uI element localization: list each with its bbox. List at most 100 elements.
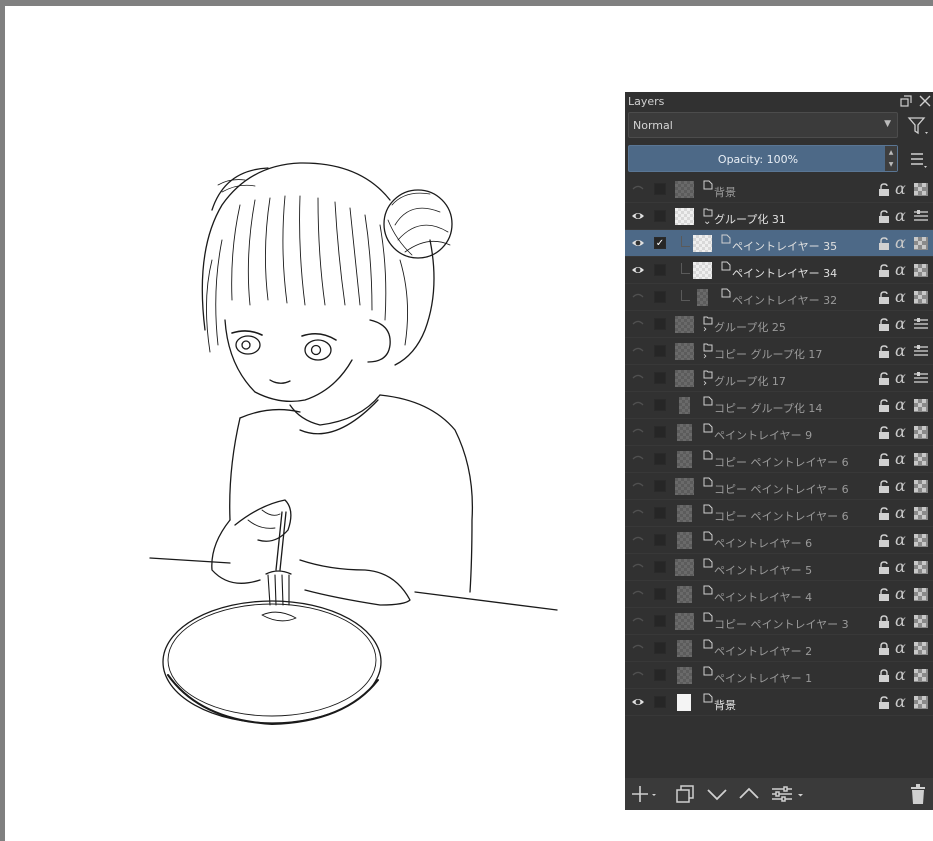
delete-layer-button[interactable]: [907, 783, 929, 805]
layer-select-checkbox[interactable]: [654, 561, 666, 573]
passthrough-icon[interactable]: [914, 210, 928, 223]
alpha-lock-icon[interactable]: α: [895, 638, 906, 657]
layer-select-checkbox[interactable]: [654, 696, 666, 708]
lock-icon[interactable]: [878, 210, 890, 223]
opacity-slider[interactable]: Opacity: 100% ▲ ▼: [628, 145, 898, 172]
inherit-alpha-icon[interactable]: [914, 426, 928, 439]
layer-row[interactable]: コピー グループ化 14 α: [625, 392, 933, 419]
lock-icon[interactable]: [878, 426, 890, 439]
inherit-alpha-icon[interactable]: [914, 534, 928, 547]
visibility-eye-icon[interactable]: [631, 345, 645, 357]
passthrough-icon[interactable]: [914, 318, 928, 331]
lock-icon[interactable]: [878, 561, 890, 574]
layer-select-checkbox[interactable]: [654, 534, 666, 546]
chevron-right-icon[interactable]: ›: [703, 351, 707, 362]
blend-mode-select[interactable]: Normal ▼: [628, 112, 898, 138]
lock-icon[interactable]: [878, 534, 890, 547]
layer-row[interactable]: ペイントレイヤー 5 α: [625, 554, 933, 581]
layer-options-button[interactable]: [908, 149, 928, 169]
layer-select-checkbox[interactable]: [654, 399, 666, 411]
inherit-alpha-icon[interactable]: [914, 588, 928, 601]
alpha-lock-icon[interactable]: α: [895, 341, 906, 360]
layer-row[interactable]: コピー ペイントレイヤー 6 α: [625, 473, 933, 500]
visibility-eye-icon[interactable]: [631, 507, 645, 519]
move-layer-up-button[interactable]: [737, 783, 761, 805]
visibility-eye-icon[interactable]: [631, 291, 645, 303]
layer-row[interactable]: ペイントレイヤー 9 α: [625, 419, 933, 446]
layer-row[interactable]: コピー ペイントレイヤー 6 α: [625, 446, 933, 473]
visibility-eye-icon[interactable]: [631, 534, 645, 546]
layer-select-checkbox[interactable]: [654, 318, 666, 330]
layer-row[interactable]: ✓ ペイントレイヤー 35 α: [625, 230, 933, 257]
float-docker-icon[interactable]: [899, 94, 912, 107]
layer-select-checkbox[interactable]: [654, 372, 666, 384]
inherit-alpha-icon[interactable]: [914, 453, 928, 466]
inherit-alpha-icon[interactable]: [914, 264, 928, 277]
visibility-eye-icon[interactable]: [631, 237, 645, 249]
visibility-eye-icon[interactable]: [631, 210, 645, 222]
lock-icon[interactable]: [878, 642, 890, 655]
alpha-lock-icon[interactable]: α: [895, 611, 906, 630]
layer-row[interactable]: › グループ化 25 α: [625, 311, 933, 338]
lock-icon[interactable]: [878, 453, 890, 466]
alpha-lock-icon[interactable]: α: [895, 584, 906, 603]
inherit-alpha-icon[interactable]: [914, 183, 928, 196]
visibility-eye-icon[interactable]: [631, 615, 645, 627]
alpha-lock-icon[interactable]: α: [895, 692, 906, 711]
passthrough-icon[interactable]: [914, 345, 928, 358]
visibility-eye-icon[interactable]: [631, 561, 645, 573]
lock-icon[interactable]: [878, 237, 890, 250]
layer-select-checkbox[interactable]: ✓: [654, 237, 666, 249]
alpha-lock-icon[interactable]: α: [895, 422, 906, 441]
inherit-alpha-icon[interactable]: [914, 399, 928, 412]
alpha-lock-icon[interactable]: α: [895, 530, 906, 549]
lock-icon[interactable]: [878, 507, 890, 520]
lock-icon[interactable]: [878, 183, 890, 196]
alpha-lock-icon[interactable]: α: [895, 287, 906, 306]
lock-icon[interactable]: [878, 588, 890, 601]
inherit-alpha-icon[interactable]: [914, 696, 928, 709]
chevron-right-icon[interactable]: ›: [703, 324, 707, 335]
layer-row[interactable]: › コピー グループ化 17 α: [625, 338, 933, 365]
layer-select-checkbox[interactable]: [654, 264, 666, 276]
visibility-eye-icon[interactable]: [631, 318, 645, 330]
layer-select-checkbox[interactable]: [654, 345, 666, 357]
lock-icon[interactable]: [878, 318, 890, 331]
alpha-lock-icon[interactable]: α: [895, 179, 906, 198]
alpha-lock-icon[interactable]: α: [895, 557, 906, 576]
layer-properties-button[interactable]: [770, 783, 806, 805]
layer-select-checkbox[interactable]: [654, 480, 666, 492]
alpha-lock-icon[interactable]: α: [895, 503, 906, 522]
layer-select-checkbox[interactable]: [654, 291, 666, 303]
layer-select-checkbox[interactable]: [654, 183, 666, 195]
close-icon[interactable]: [918, 94, 931, 107]
visibility-eye-icon[interactable]: [631, 426, 645, 438]
visibility-eye-icon[interactable]: [631, 264, 645, 276]
layer-select-checkbox[interactable]: [654, 615, 666, 627]
alpha-lock-icon[interactable]: α: [895, 395, 906, 414]
inherit-alpha-icon[interactable]: [914, 615, 928, 628]
inherit-alpha-icon[interactable]: [914, 480, 928, 493]
inherit-alpha-icon[interactable]: [914, 669, 928, 682]
layer-select-checkbox[interactable]: [654, 642, 666, 654]
chevron-down-icon[interactable]: ⌄: [703, 216, 711, 227]
layer-select-checkbox[interactable]: [654, 210, 666, 222]
lock-icon[interactable]: [878, 669, 890, 682]
alpha-lock-icon[interactable]: α: [895, 260, 906, 279]
layer-row[interactable]: コピー ペイントレイヤー 6 α: [625, 500, 933, 527]
visibility-eye-icon[interactable]: [631, 696, 645, 708]
lock-icon[interactable]: [878, 480, 890, 493]
lock-icon[interactable]: [878, 291, 890, 304]
layer-select-checkbox[interactable]: [654, 588, 666, 600]
visibility-eye-icon[interactable]: [631, 669, 645, 681]
move-layer-down-button[interactable]: [705, 783, 729, 805]
inherit-alpha-icon[interactable]: [914, 642, 928, 655]
layer-row[interactable]: › グループ化 17 α: [625, 365, 933, 392]
inherit-alpha-icon[interactable]: [914, 237, 928, 250]
filter-button[interactable]: [906, 113, 930, 137]
layer-row[interactable]: 背景 α: [625, 176, 933, 203]
layer-row[interactable]: ペイントレイヤー 2 α: [625, 635, 933, 662]
add-layer-button[interactable]: [629, 783, 657, 805]
layer-row[interactable]: ⌄ グループ化 31 α: [625, 203, 933, 230]
duplicate-layer-button[interactable]: [674, 783, 696, 805]
